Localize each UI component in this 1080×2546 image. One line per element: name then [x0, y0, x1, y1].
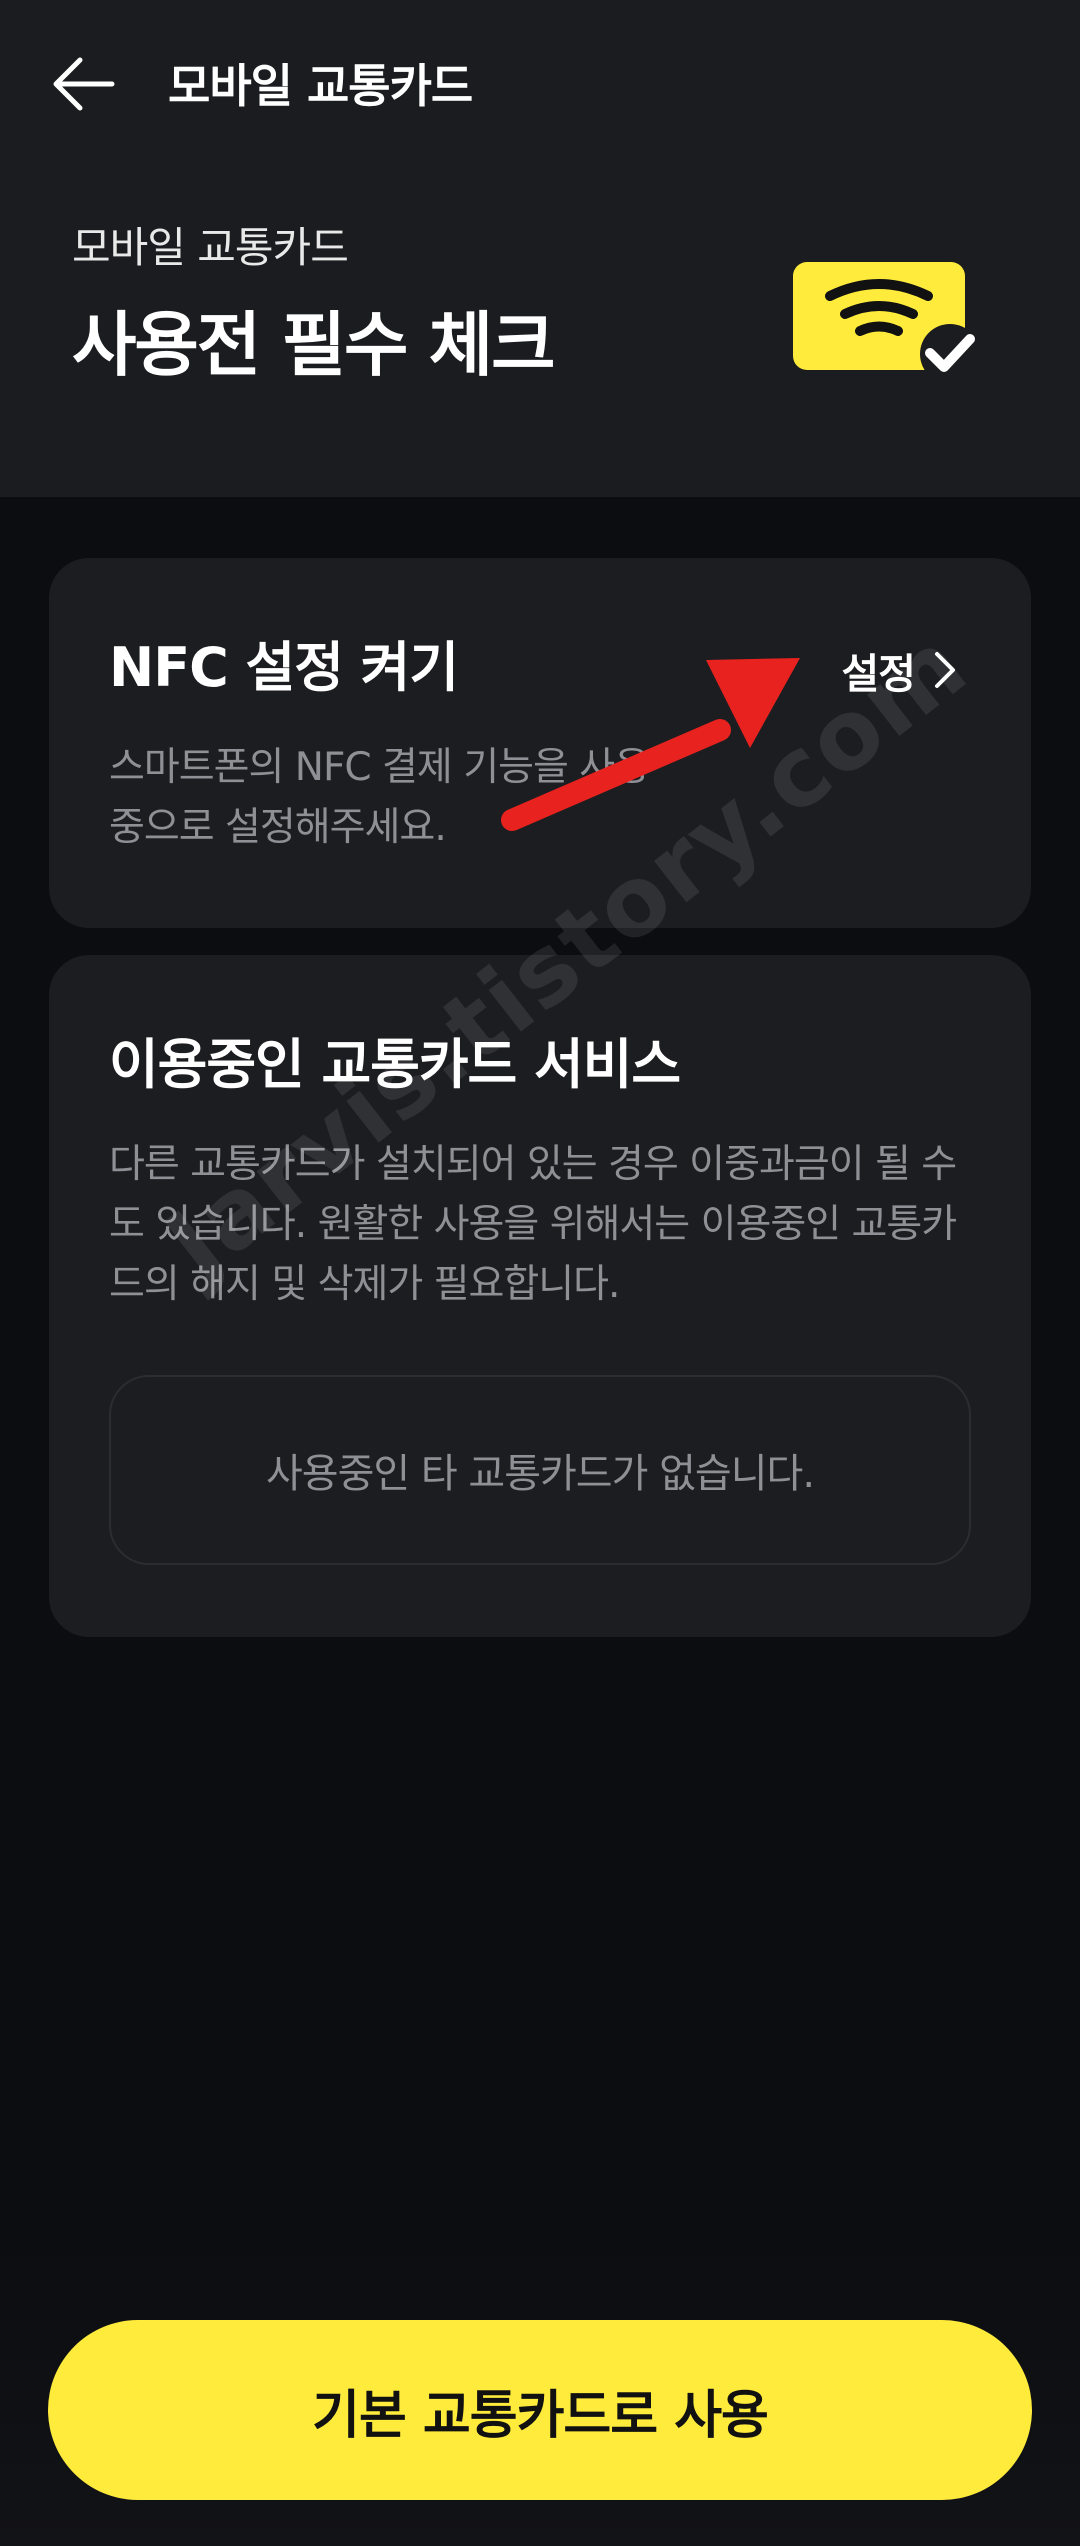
- service-card-title: 이용중인 교통카드 서비스: [109, 1033, 681, 1096]
- page: 모바일 교통카드 모바일 교통카드 사용전 필수 체크 NFC 설정 켜기 스마…: [0, 0, 1080, 2546]
- back-button[interactable]: [50, 52, 120, 116]
- arrow-left-icon: [53, 57, 115, 111]
- empty-state-box: 사용중인 타 교통카드가 없습니다.: [109, 1375, 971, 1565]
- primary-button-label: 기본 교통카드로 사용: [312, 2385, 769, 2446]
- use-default-transit-card-button[interactable]: 기본 교통카드로 사용: [48, 2320, 1032, 2500]
- nfc-card-title: NFC 설정 켜기: [109, 636, 459, 699]
- service-card-description: 다른 교통카드가 설치되어 있는 경우 이중과금이 될 수도 있습니다. 원활한…: [109, 1142, 957, 1307]
- header: 모바일 교통카드 모바일 교통카드 사용전 필수 체크: [0, 0, 1080, 497]
- hero-subtitle: 모바일 교통카드: [72, 223, 349, 272]
- top-app-bar: 모바일 교통카드: [0, 0, 1080, 170]
- nfc-settings-button[interactable]: 설정: [842, 640, 957, 700]
- transit-service-card: 이용중인 교통카드 서비스 다른 교통카드가 설치되어 있는 경우 이중과금이 …: [49, 955, 1031, 1637]
- hero-title: 사용전 필수 체크: [72, 304, 556, 386]
- nfc-card-description: 스마트폰의 NFC 결제 기능을 사용중으로 설정해주세요.: [109, 745, 650, 850]
- nfc-settings-label: 설정: [841, 650, 916, 698]
- chevron-right-icon: [935, 652, 955, 688]
- empty-state-text: 사용중인 타 교통카드가 없습니다.: [265, 1451, 815, 1497]
- nfc-card-check-icon: [793, 262, 980, 384]
- app-bar-title: 모바일 교통카드: [168, 59, 473, 113]
- nfc-settings-card: NFC 설정 켜기 스마트폰의 NFC 결제 기능을 사용중으로 설정해주세요.…: [49, 558, 1031, 928]
